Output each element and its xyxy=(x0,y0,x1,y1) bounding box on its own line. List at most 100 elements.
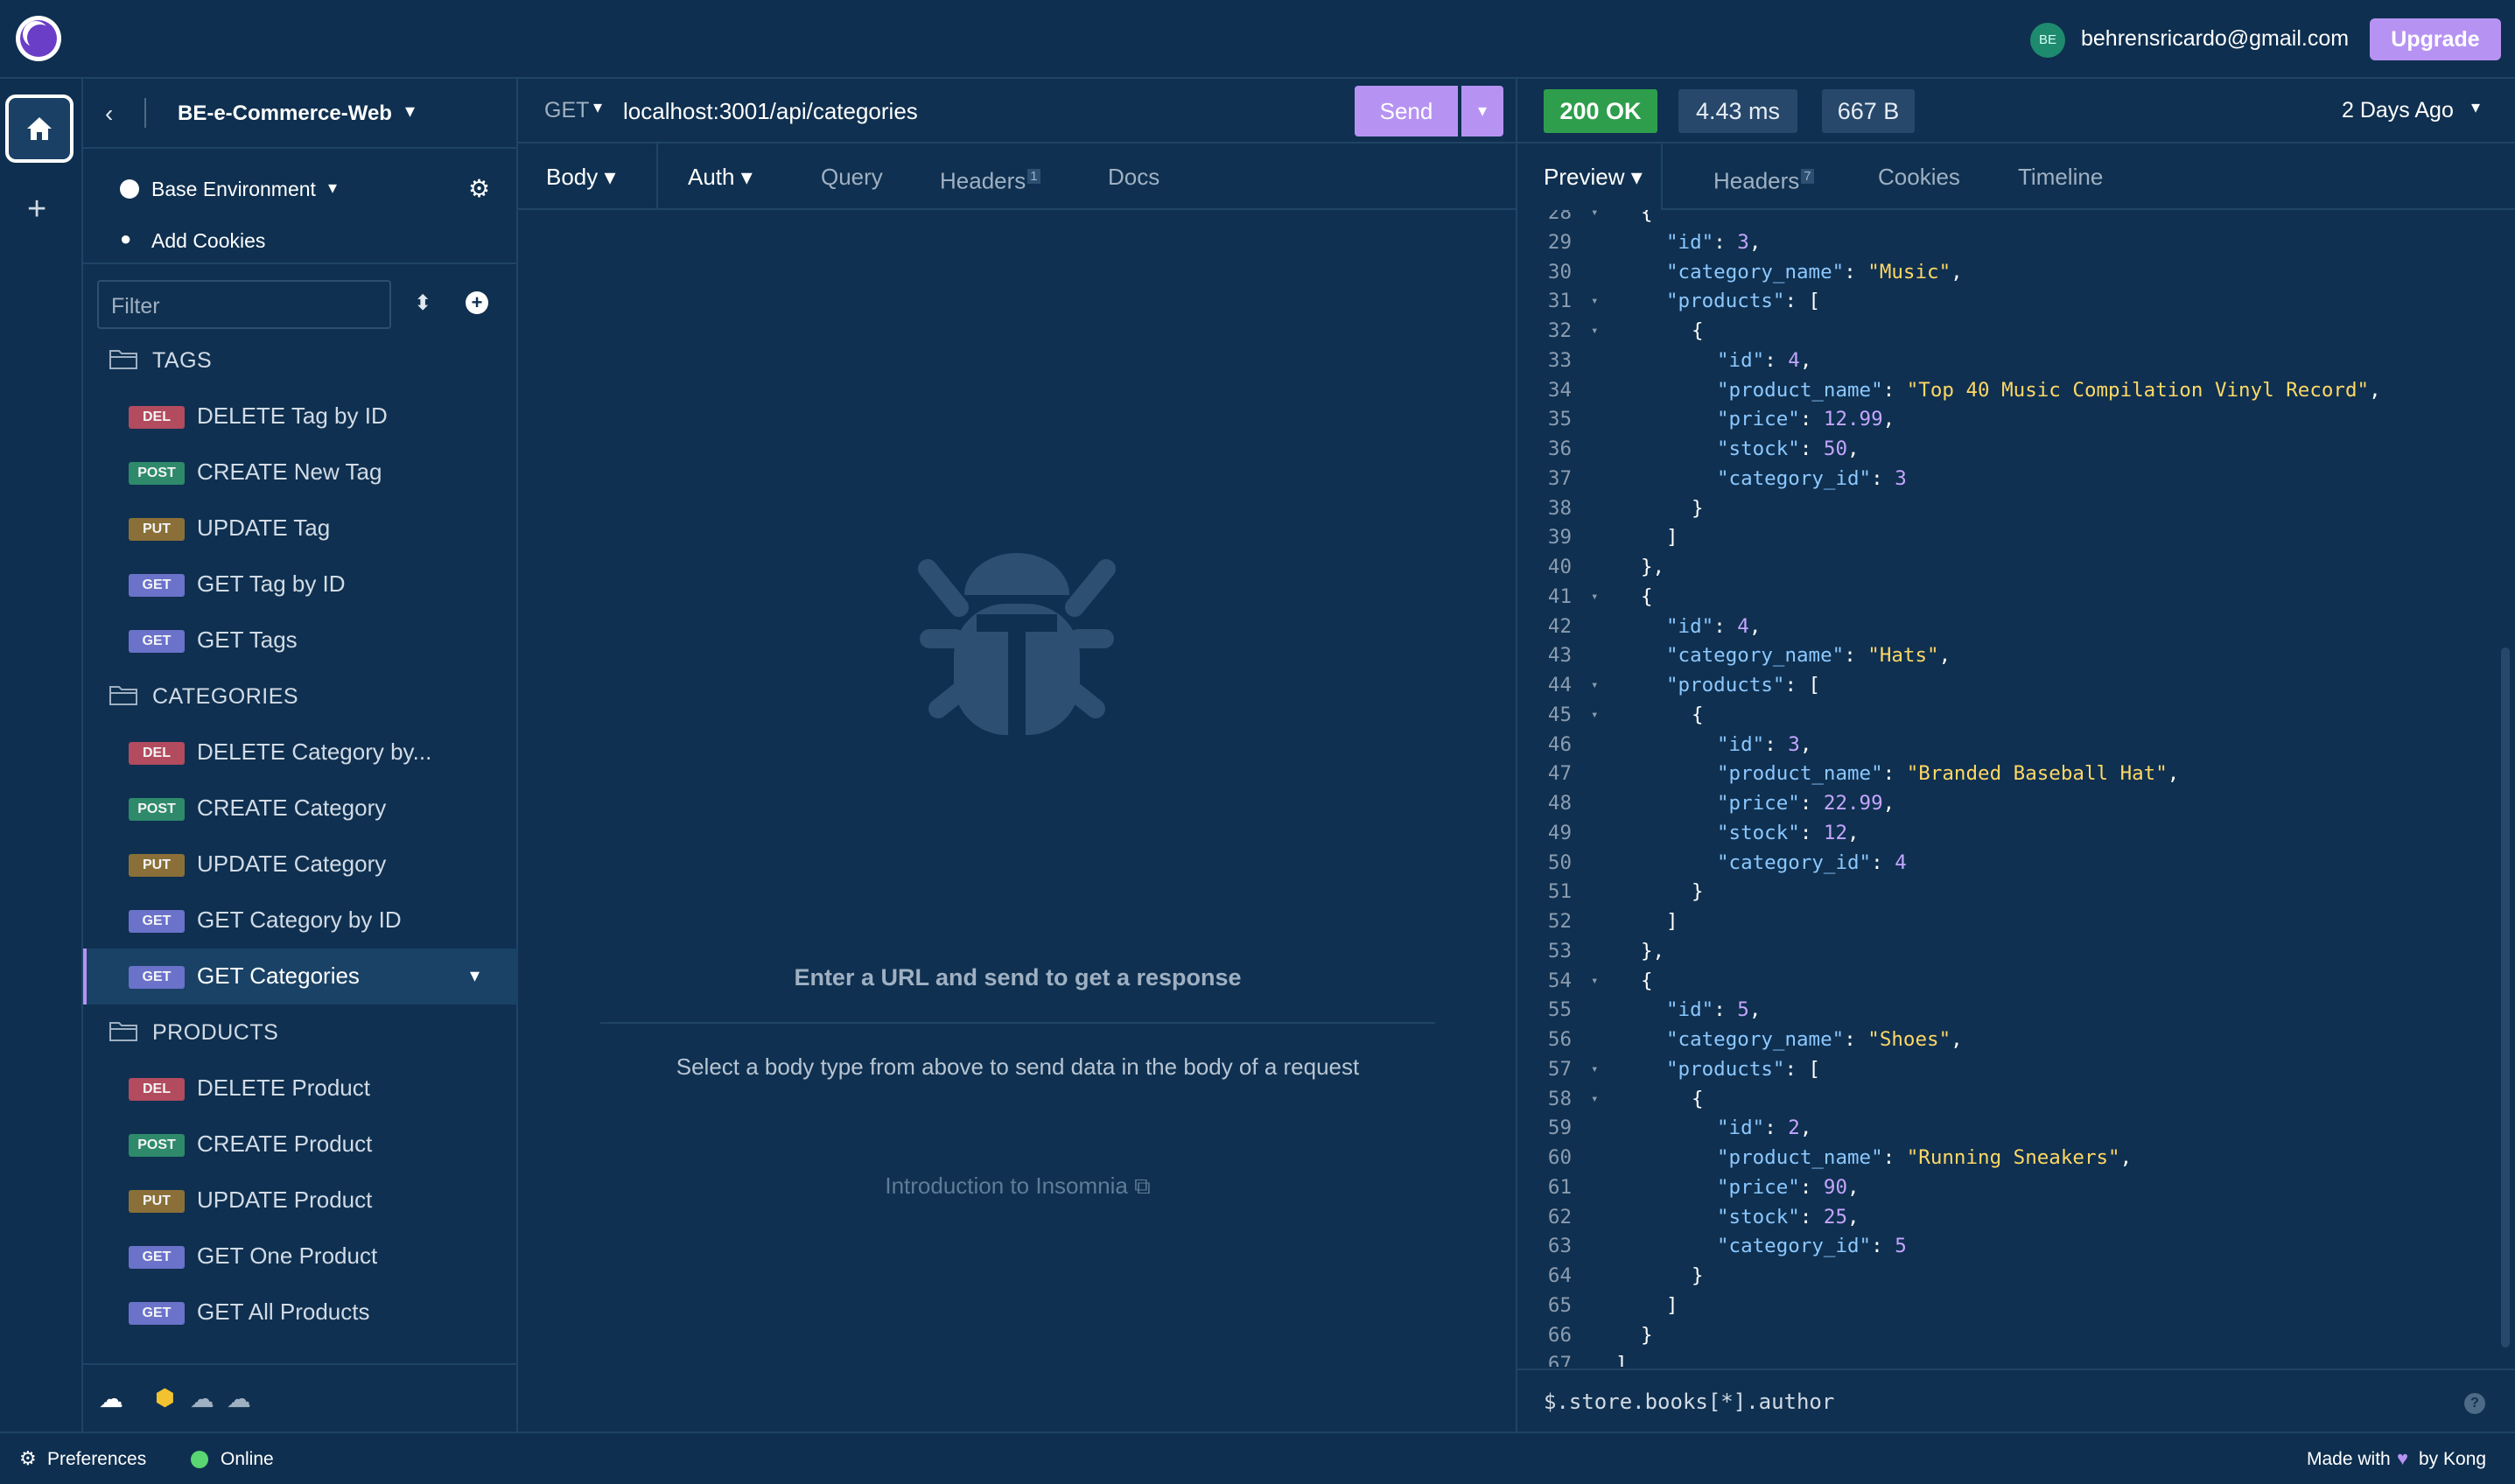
tab-timeline[interactable]: Timeline xyxy=(2018,144,2103,210)
request-item[interactable]: GET GET Tags xyxy=(83,612,518,668)
code-token: "Music" xyxy=(1867,260,1951,284)
caret-down-icon[interactable]: ▾ xyxy=(470,964,480,987)
upgrade-button[interactable]: Upgrade xyxy=(2370,18,2501,60)
box-icon[interactable]: ⬢ xyxy=(155,1384,175,1411)
tab-preview[interactable]: Preview ▾ xyxy=(1544,144,1643,210)
chevron-left-icon[interactable]: ‹ xyxy=(105,100,113,128)
tab-auth[interactable]: Auth ▾ xyxy=(688,144,753,210)
filter-input[interactable]: Filter xyxy=(97,280,391,329)
caret-down-icon[interactable]: ▾ xyxy=(2471,96,2480,118)
sort-icon[interactable]: ⬍ xyxy=(414,290,431,316)
code-token: "category_id" xyxy=(1717,466,1872,490)
code-token: } xyxy=(1641,1323,1653,1347)
fold-toggle-icon[interactable]: ▾ xyxy=(1591,672,1598,699)
method-selector[interactable]: GET xyxy=(544,98,589,123)
send-options-caret-icon[interactable]: ▾ xyxy=(1461,86,1503,136)
response-filter-input[interactable]: $.store.books[*].author xyxy=(1544,1390,1834,1414)
code-token: , xyxy=(1748,614,1762,638)
line-number: 32 xyxy=(1547,319,1572,342)
line-number: 60 xyxy=(1547,1146,1572,1169)
tab-headers[interactable]: Headers 1 xyxy=(940,144,1040,210)
fold-toggle-icon[interactable]: ▾ xyxy=(1591,1056,1598,1083)
cloud-download-icon[interactable]: ☁ xyxy=(190,1384,214,1413)
cloud-icon[interactable]: ☁ xyxy=(99,1384,123,1413)
fold-toggle-icon[interactable]: ▾ xyxy=(1591,968,1598,995)
cloud-upload-icon[interactable]: ☁ xyxy=(227,1384,251,1413)
request-item[interactable]: DEL DELETE Category by... xyxy=(83,724,518,780)
fold-toggle-icon[interactable]: ▾ xyxy=(1591,210,1598,227)
request-item[interactable]: POST CREATE Product xyxy=(83,1116,518,1172)
fold-toggle-icon[interactable]: ▾ xyxy=(1591,318,1598,345)
response-code-viewer[interactable]: 28 ▾ {29 "id": 3, 30 "category_name": "Music"… xyxy=(1517,210,2515,1367)
fold-toggle-icon[interactable]: ▾ xyxy=(1591,702,1598,729)
send-button[interactable]: Send xyxy=(1355,86,1458,136)
code-token: "products" xyxy=(1666,1057,1785,1081)
caret-down-icon[interactable]: ▾ xyxy=(328,177,337,199)
tab-response-headers[interactable]: Headers 7 xyxy=(1713,144,1814,210)
introduction-link[interactable]: Introduction to Insomnia ⧉ xyxy=(518,1172,1517,1200)
code-token: 12 xyxy=(1823,821,1848,844)
caret-down-icon[interactable]: ▾ xyxy=(593,96,602,118)
method-badge: DEL xyxy=(129,742,185,765)
url-input[interactable]: localhost:3001/api/categories xyxy=(623,98,918,125)
request-item[interactable]: PUT UPDATE Category xyxy=(83,836,518,892)
code-token: : xyxy=(1764,348,1789,372)
history-selector[interactable]: 2 Days Ago xyxy=(2342,98,2454,123)
gear-icon[interactable]: ⚙ xyxy=(468,174,490,203)
code-token: : xyxy=(1844,260,1868,284)
by-kong-label: by Kong xyxy=(2419,1449,2487,1469)
request-item[interactable]: PUT UPDATE Product xyxy=(83,1172,518,1228)
code-token: : xyxy=(1799,1175,1824,1199)
request-label: CREATE New Tag xyxy=(197,458,382,485)
request-item[interactable]: GET GET One Product xyxy=(83,1228,518,1284)
tab-body[interactable]: Body ▾ xyxy=(546,144,616,210)
add-cookies-button[interactable]: Add Cookies xyxy=(151,229,265,253)
line-number: 67 xyxy=(1547,1353,1572,1367)
code-token: 3 xyxy=(1895,466,1907,490)
project-name[interactable]: BE-e-Commerce-Web xyxy=(178,102,392,126)
preferences-button[interactable]: Preferences xyxy=(47,1449,146,1470)
code-token: "Branded Baseball Hat" xyxy=(1906,762,2168,786)
code-text: } xyxy=(1692,1263,1704,1290)
folder-icon xyxy=(109,1022,137,1041)
caret-down-icon[interactable]: ▾ xyxy=(405,100,415,122)
request-item-active[interactable]: GET GET Categories ▾ xyxy=(83,948,518,1004)
fold-toggle-icon[interactable]: ▾ xyxy=(1591,288,1598,315)
gear-icon[interactable]: ⚙ xyxy=(19,1447,37,1470)
environment-selector[interactable]: Base Environment xyxy=(151,178,316,201)
help-icon[interactable]: ? xyxy=(2464,1393,2485,1414)
request-item[interactable]: POST CREATE New Tag xyxy=(83,444,518,500)
code-text: "price": 12.99, xyxy=(1717,406,1895,433)
user-email[interactable]: behrensricardo@gmail.com xyxy=(2081,26,2349,52)
code-token: , xyxy=(1748,998,1762,1022)
fold-toggle-icon[interactable]: ▾ xyxy=(1591,584,1598,611)
request-item[interactable]: DEL DELETE Product xyxy=(83,1060,518,1116)
request-item[interactable]: GET GET All Products xyxy=(83,1284,518,1340)
request-item[interactable]: GET GET Tag by ID xyxy=(83,556,518,612)
user-avatar[interactable]: BE xyxy=(2030,23,2065,58)
request-item[interactable]: POST CREATE Category xyxy=(83,780,518,836)
request-item[interactable]: PUT UPDATE Tag xyxy=(83,500,518,556)
tab-docs[interactable]: Docs xyxy=(1108,144,1159,210)
plus-icon[interactable]: + xyxy=(27,192,46,226)
code-token: : xyxy=(1882,1146,1907,1169)
code-token: "id" xyxy=(1717,1116,1765,1140)
request-item[interactable]: DEL DELETE Tag by ID xyxy=(83,388,518,444)
add-circle-icon[interactable]: + xyxy=(466,291,488,314)
request-item[interactable]: GET GET Category by ID xyxy=(83,892,518,948)
fold-toggle-icon[interactable]: ▾ xyxy=(1591,1086,1598,1113)
code-token: ] xyxy=(1666,526,1678,550)
scrollbar[interactable] xyxy=(2501,648,2510,1348)
code-token: : xyxy=(1799,821,1824,844)
home-button[interactable] xyxy=(5,94,74,163)
line-number: 38 xyxy=(1547,496,1572,520)
tab-query[interactable]: Query xyxy=(821,144,883,210)
folder-categories[interactable]: CATEGORIES xyxy=(83,668,518,724)
code-text: "id": 3, xyxy=(1666,229,1761,256)
tab-cookies[interactable]: Cookies xyxy=(1878,144,1960,210)
code-line: 58 ▾ { xyxy=(1517,1086,2497,1113)
folder-tags[interactable]: TAGS xyxy=(83,332,518,388)
folder-products[interactable]: PRODUCTS xyxy=(83,1004,518,1060)
code-line: 55 "id": 5, xyxy=(1517,997,2497,1024)
insomnia-logo-icon[interactable] xyxy=(16,16,61,61)
